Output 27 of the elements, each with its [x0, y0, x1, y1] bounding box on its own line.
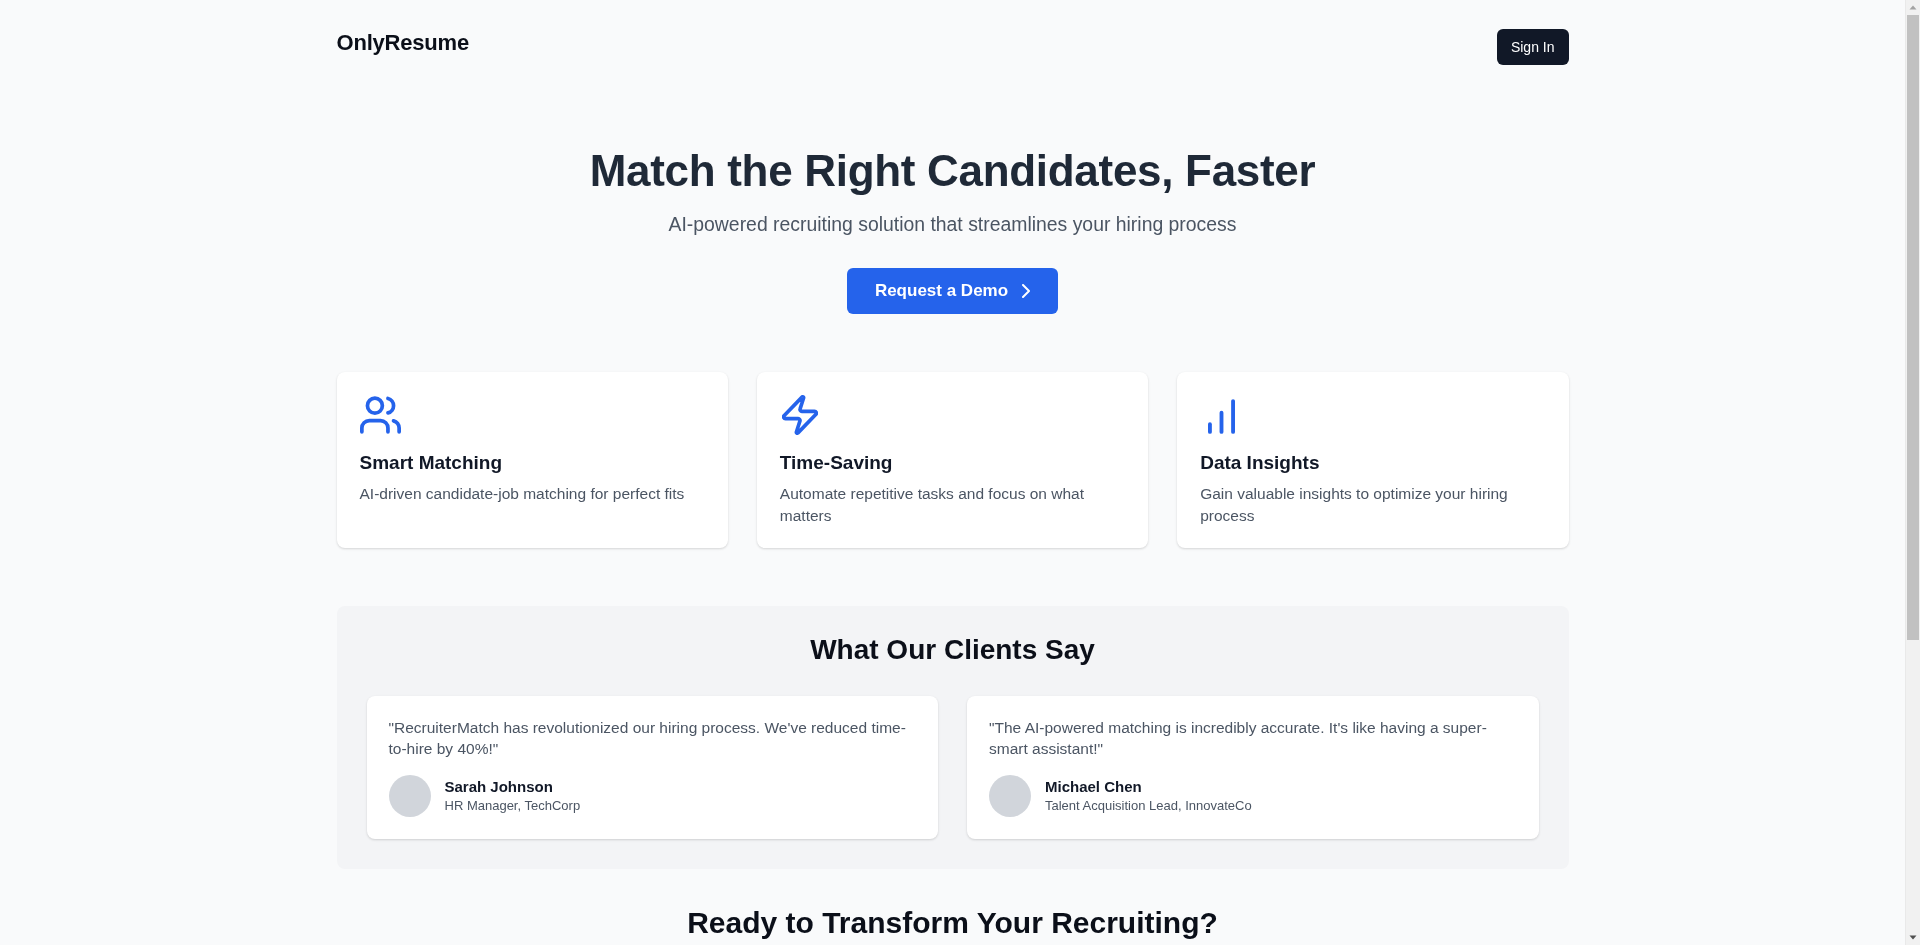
feature-description: Gain valuable insights to optimize your hiring process — [1200, 484, 1509, 526]
sign-in-button[interactable]: Sign In — [1496, 29, 1569, 65]
testimonial-quote: "RecruiterMatch has revolutionized our hiring process. We've reduced time-to-hire by 40%!" — [388, 718, 907, 759]
hero-subtitle: AI-powered recruiting solution that streamlines your hiring process — [667, 212, 1238, 237]
person-role: HR Manager, TechCorp — [444, 797, 581, 815]
closing-title: Ready to Transform Your Recruiting? — [686, 906, 1219, 940]
feature-title: Data Insights — [1200, 451, 1321, 475]
section-title: What Our Clients Say — [809, 633, 1096, 667]
avatar-icon — [388, 775, 431, 817]
people-icon — [359, 396, 401, 434]
request-demo-button[interactable]: Request a Demo — [846, 268, 1059, 314]
feature-description: AI-driven candidate-job matching for perfect fits — [359, 484, 686, 504]
feature-title: Smart Matching — [359, 451, 504, 475]
person-role: Talent Acquisition Lead, InnovateCo — [1045, 797, 1252, 815]
person-name: Michael Chen — [1045, 777, 1143, 797]
scrollbar-thumb[interactable] — [1907, 15, 1919, 640]
lightning-icon — [781, 395, 818, 435]
scrollbar-track[interactable] — [1905, 0, 1920, 945]
feature-description: Automate repetitive tasks and focus on what matters — [779, 484, 1085, 526]
testimonial-quote: "The AI-powered matching is incredibly accurate. It's like having a super-smart assistant!" — [989, 718, 1488, 759]
avatar-icon — [989, 775, 1031, 817]
feature-title: Time-Saving — [779, 451, 894, 475]
hero-title: Match the Right Candidates, Faster — [588, 145, 1317, 197]
person-name: Sarah Johnson — [444, 777, 554, 797]
chevron-right-icon — [1022, 284, 1031, 298]
bar-chart-icon — [1208, 399, 1236, 434]
brand-logo[interactable]: OnlyResume — [336, 29, 469, 57]
